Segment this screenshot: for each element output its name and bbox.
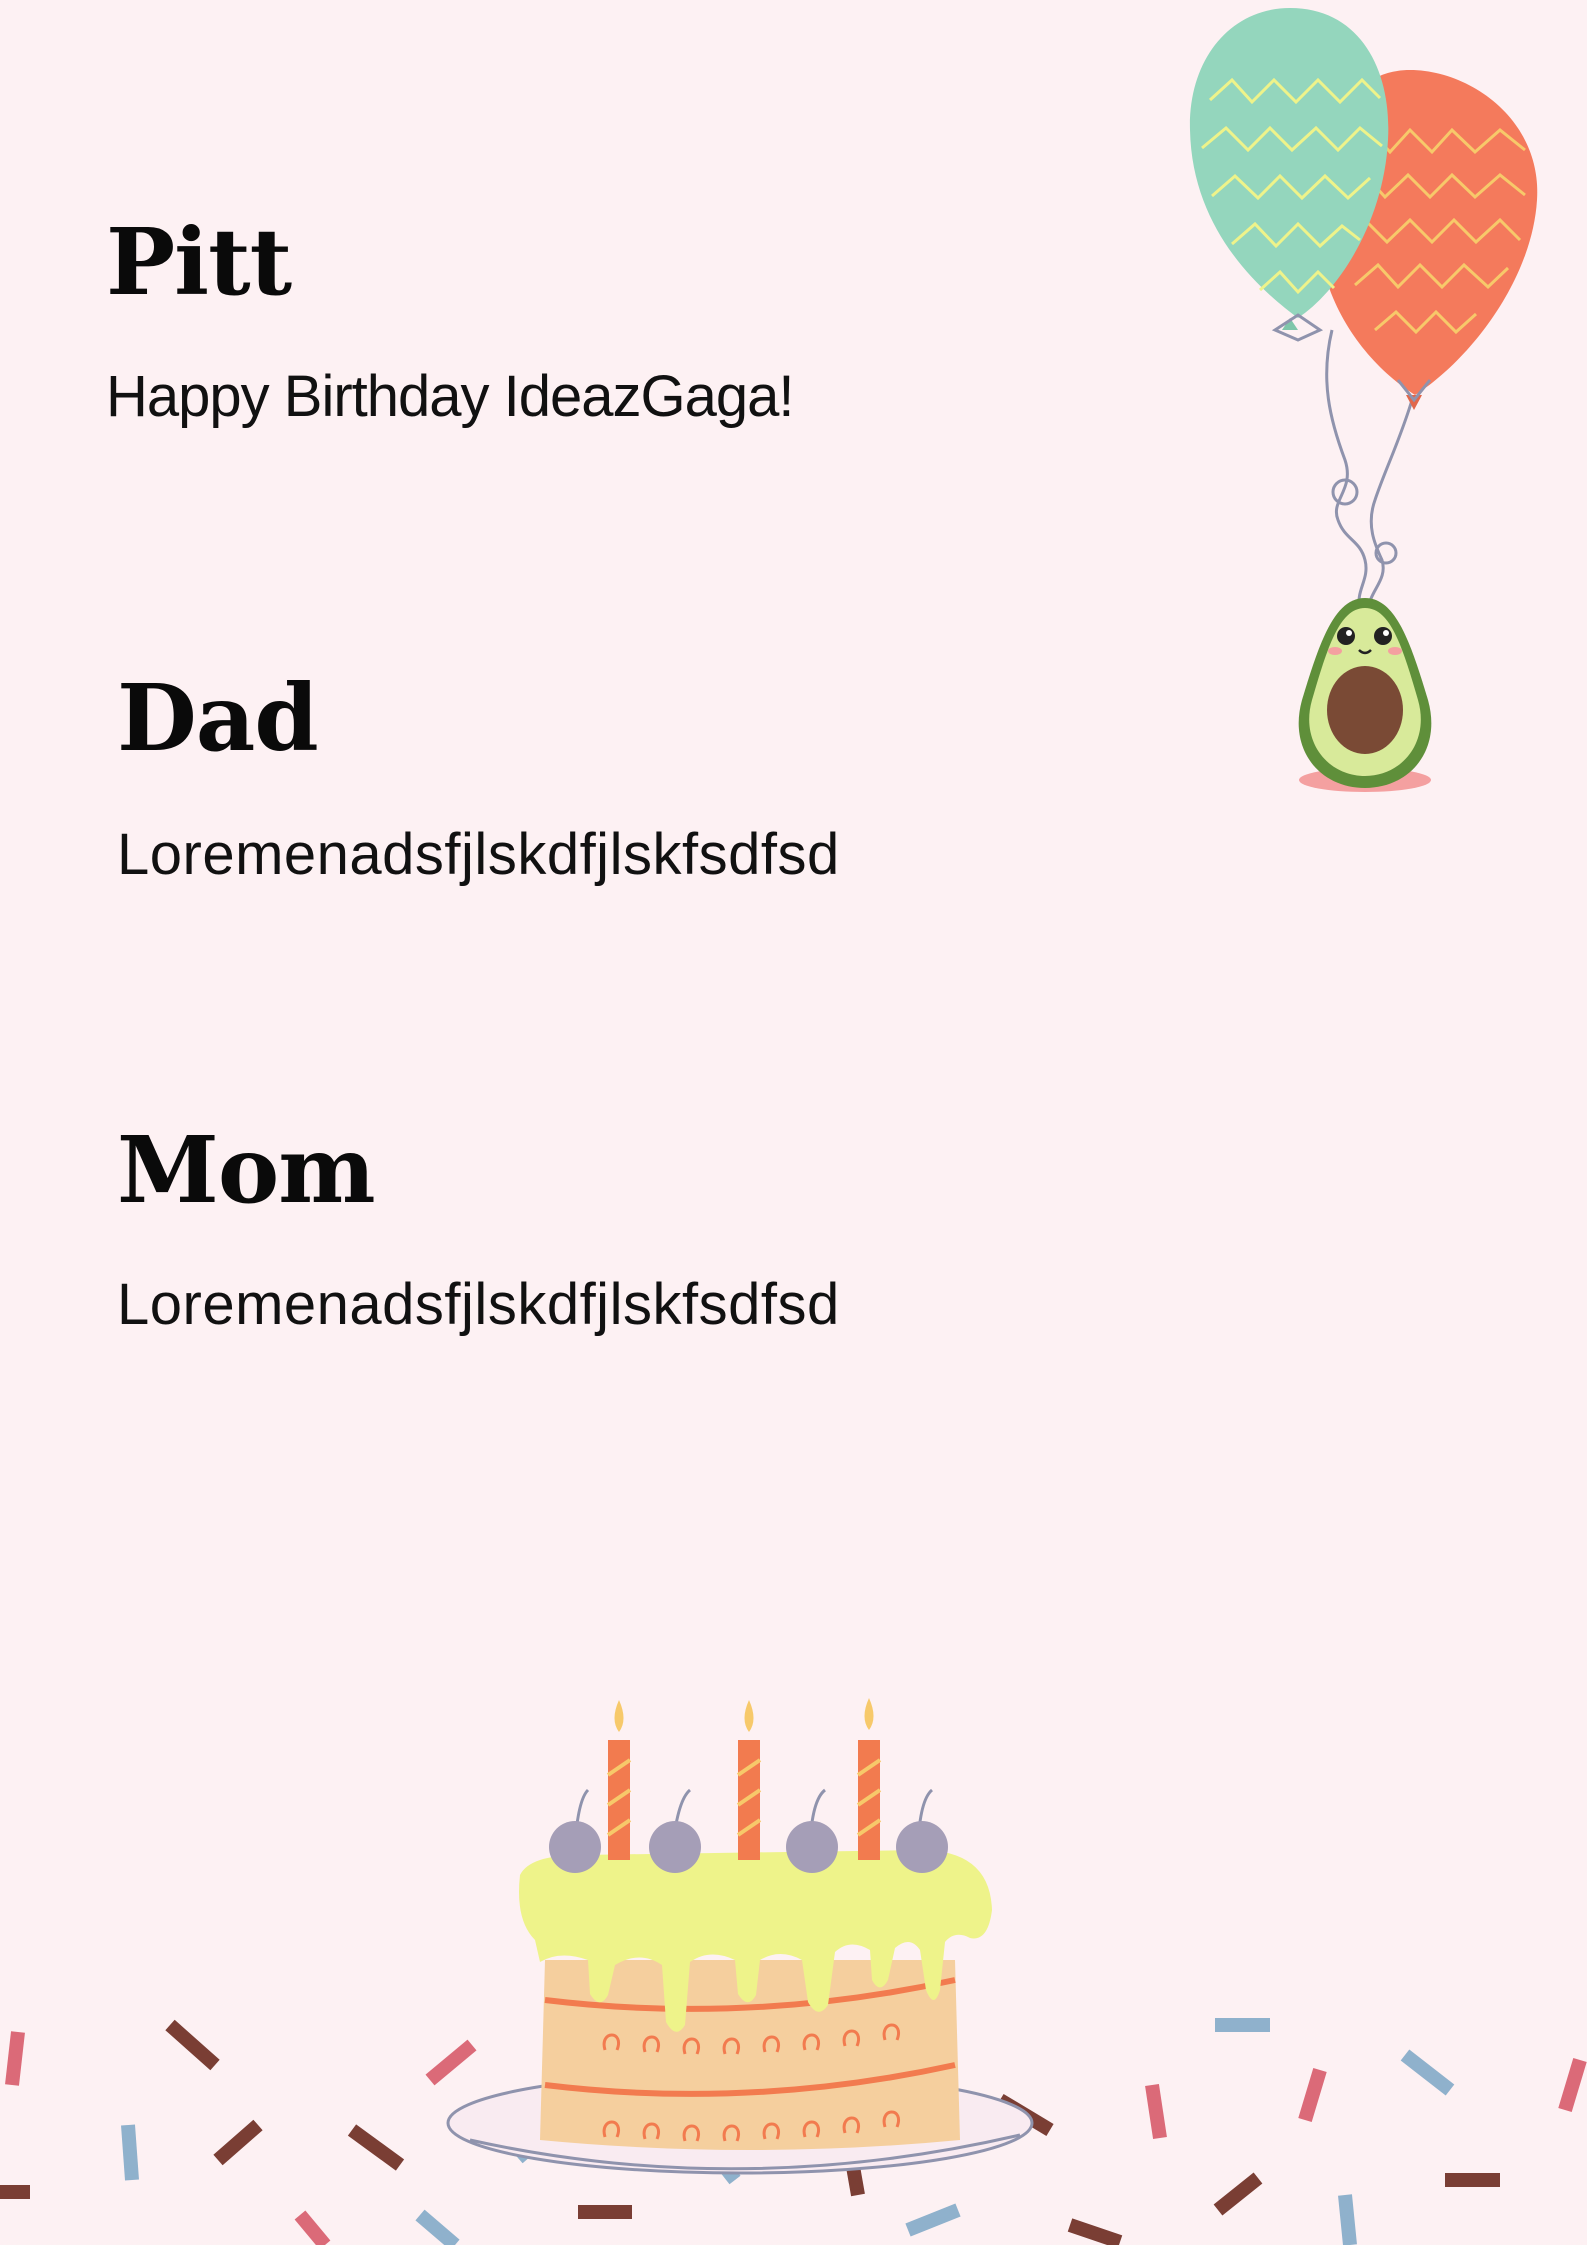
- message-author-name: Mom: [117, 1116, 376, 1224]
- message-text: Loremenadsfjlskdfjlskfsdfsd: [117, 822, 840, 887]
- message-text: Loremenadsfjlskdfjlskfsdfsd: [117, 1272, 840, 1337]
- birthday-card-page: Pitt Happy Birthday IdeazGaga! Dad Lorem…: [0, 0, 1587, 2245]
- message-author-name: Dad: [117, 664, 319, 772]
- message-author-name: Pitt: [106, 208, 292, 316]
- balloons-with-avocado-icon: [1189, 8, 1538, 792]
- birthday-cake-icon: [446, 1698, 1034, 2175]
- message-text: Happy Birthday IdeazGaga!: [106, 364, 795, 429]
